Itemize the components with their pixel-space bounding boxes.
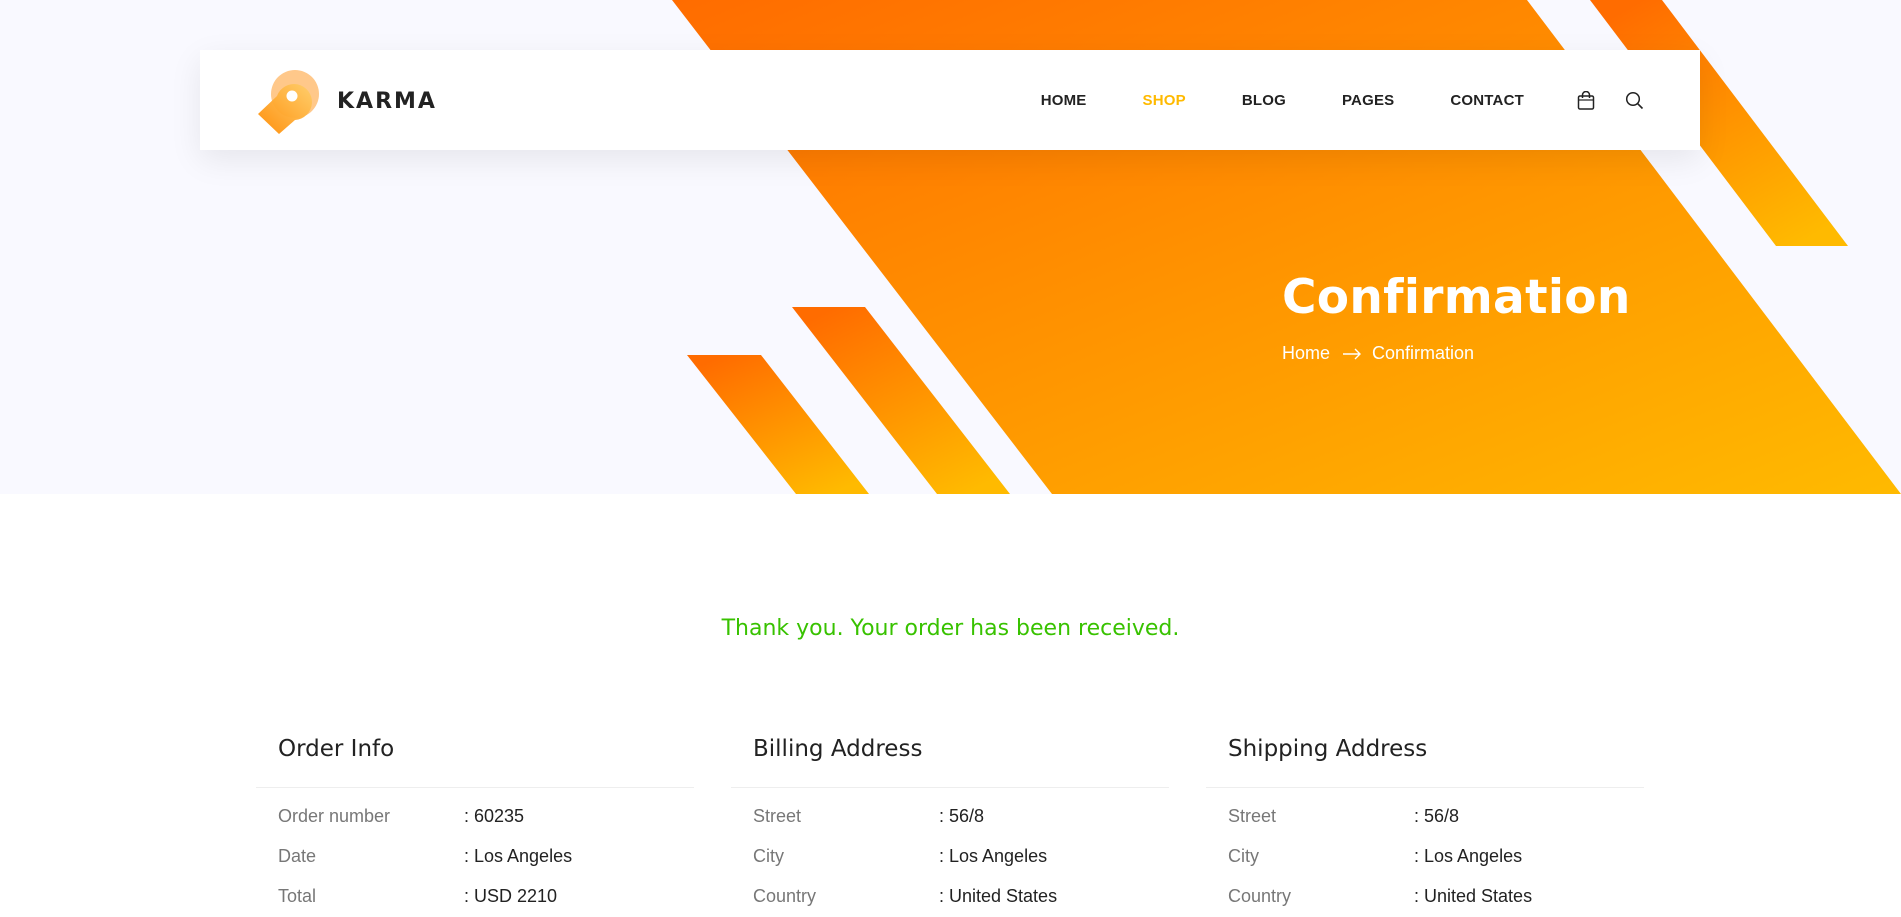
nav-item-pages[interactable]: PAGES [1342, 92, 1394, 109]
main-nav: HOME SHOP BLOG PAGES CONTACT [1041, 50, 1700, 150]
order-info-card: Order Info Order number : 60235 Date : L… [256, 736, 694, 916]
breadcrumb-home-link[interactable]: Home [1282, 343, 1330, 364]
search-icon[interactable] [1622, 88, 1646, 112]
info-value: : Los Angeles [1414, 845, 1523, 866]
info-label: Date [278, 845, 317, 866]
breadcrumb-current: Confirmation [1372, 343, 1475, 363]
order-received-message: Thank you. Your order has been received. [721, 616, 1180, 641]
info-value: : Los Angeles [464, 845, 573, 866]
info-value: : United States [939, 885, 1058, 906]
order-info-title: Order Info [256, 736, 694, 788]
shipping-address-card: Shipping Address Street : 56/8 City : Lo… [1206, 736, 1644, 916]
info-row: Country : United States [731, 876, 1169, 916]
nav-item-shop[interactable]: SHOP [1143, 92, 1186, 109]
logo-mark-icon [258, 70, 319, 134]
info-label: Country [753, 885, 817, 906]
banner-shape-stripe-2 [687, 355, 869, 494]
arrow-right-icon [1342, 348, 1362, 360]
info-row: Order number : 60235 [256, 796, 694, 836]
info-label: Total [278, 885, 317, 906]
info-value: : 56/8 [1414, 805, 1460, 826]
info-row: Street : 56/8 [1206, 796, 1644, 836]
nav-item-contact[interactable]: CONTACT [1450, 92, 1524, 109]
billing-address-title: Billing Address [731, 736, 1169, 788]
info-value: : 56/8 [939, 805, 985, 826]
info-row: City : Los Angeles [1206, 836, 1644, 876]
info-row: Total : USD 2210 [256, 876, 694, 916]
breadcrumb: Home Confirmation [1282, 343, 1474, 364]
info-value: : United States [1414, 885, 1533, 906]
info-row: Street : 56/8 [731, 796, 1169, 836]
info-label: City [1228, 845, 1259, 866]
info-row: Country : United States [1206, 876, 1644, 916]
info-row: City : Los Angeles [731, 836, 1169, 876]
info-value: : USD 2210 [464, 885, 558, 906]
shipping-address-title: Shipping Address [1206, 736, 1644, 788]
info-label: Street [753, 805, 802, 826]
info-value: : 60235 [464, 805, 525, 826]
info-label: Order number [278, 805, 391, 826]
info-value: : Los Angeles [939, 845, 1048, 866]
info-label: Country [1228, 885, 1292, 906]
billing-address-card: Billing Address Street : 56/8 City : Los… [731, 736, 1169, 916]
info-label: Street [1228, 805, 1277, 826]
info-label: City [753, 845, 784, 866]
page-title: Confirmation [1282, 270, 1631, 325]
nav-item-blog[interactable]: BLOG [1242, 92, 1286, 109]
logo[interactable]: KARMA [255, 68, 437, 134]
shopping-bag-icon[interactable] [1574, 88, 1598, 112]
logo-text: KARMA [337, 88, 437, 114]
nav-item-home[interactable]: HOME [1041, 92, 1087, 109]
site-header: KARMA HOME SHOP BLOG PAGES CONTACT [200, 50, 1700, 150]
info-row: Date : Los Angeles [256, 836, 694, 876]
